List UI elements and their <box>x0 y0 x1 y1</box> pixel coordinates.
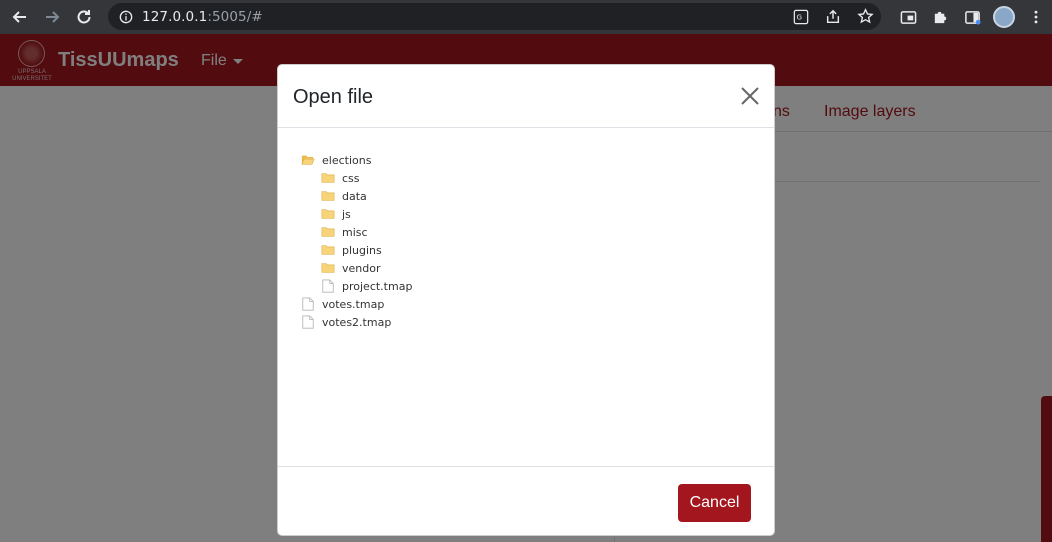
file-icon <box>320 278 336 294</box>
tree-label: data <box>342 189 367 203</box>
url-path: :5005/# <box>207 8 263 25</box>
tree-label: votes2.tmap <box>322 315 392 329</box>
folder-icon <box>320 170 336 186</box>
dialog-title: Open file <box>293 86 374 108</box>
folder-icon <box>320 224 336 240</box>
tree-folder-css[interactable]: css <box>320 169 360 187</box>
file-icon <box>300 296 316 312</box>
svg-text:G: G <box>797 12 803 21</box>
tree-label: vendor <box>342 261 381 275</box>
avatar-image <box>993 6 1015 28</box>
tree-folder-vendor[interactable]: vendor <box>320 259 380 277</box>
file-icon <box>300 314 316 330</box>
tree-folder-js[interactable]: js <box>320 205 351 223</box>
reload-button[interactable] <box>68 1 100 33</box>
tree-folder-elections[interactable]: elections <box>300 151 371 169</box>
forward-button[interactable] <box>36 1 68 33</box>
tree-label: css <box>342 171 360 185</box>
more-menu-icon[interactable] <box>1020 1 1052 33</box>
browser-toolbar: 127.0.0.1:5005/# G <box>0 0 1052 34</box>
folder-icon <box>320 206 336 222</box>
back-button[interactable] <box>4 1 36 33</box>
tree-folder-misc[interactable]: misc <box>320 223 368 241</box>
folder-open-icon <box>300 152 316 168</box>
address-bar[interactable]: 127.0.0.1:5005/# G <box>108 3 881 30</box>
close-icon <box>741 87 759 105</box>
tree-file-project-tmap[interactable]: project.tmap <box>320 277 412 295</box>
close-button[interactable] <box>738 84 762 108</box>
folder-icon <box>320 260 336 276</box>
cancel-button[interactable]: Cancel <box>678 484 751 522</box>
tree-label: js <box>342 207 351 221</box>
tree-label: plugins <box>342 243 382 257</box>
media-control-icon[interactable] <box>892 1 924 33</box>
tree-folder-plugins[interactable]: plugins <box>320 241 382 259</box>
reload-icon <box>77 10 91 24</box>
translate-icon[interactable]: G <box>791 7 811 27</box>
tree-label: elections <box>322 153 372 167</box>
arrow-left-icon <box>12 11 26 23</box>
tree-label: project.tmap <box>342 279 413 293</box>
side-panel-icon[interactable] <box>956 1 988 33</box>
url-host: 127.0.0.1 <box>142 8 208 25</box>
url-text: 127.0.0.1:5005/# <box>142 9 263 25</box>
extensions-puzzle-icon[interactable] <box>924 1 956 33</box>
tree-label: misc <box>342 225 368 239</box>
dialog-header: Open file <box>278 65 774 128</box>
folder-icon <box>320 242 336 258</box>
arrow-right-icon <box>46 11 60 23</box>
site-info-icon[interactable] <box>118 9 134 25</box>
folder-icon <box>320 188 336 204</box>
tree-file-votes-tmap[interactable]: votes.tmap <box>300 295 384 313</box>
bookmark-star-icon[interactable] <box>855 7 875 27</box>
profile-avatar[interactable] <box>988 1 1020 33</box>
dialog-footer: Cancel <box>278 466 774 536</box>
tree-label: votes.tmap <box>322 297 385 311</box>
share-icon[interactable] <box>823 7 843 27</box>
tree-file-votes2-tmap[interactable]: votes2.tmap <box>300 313 391 331</box>
tree-folder-data[interactable]: data <box>320 187 367 205</box>
